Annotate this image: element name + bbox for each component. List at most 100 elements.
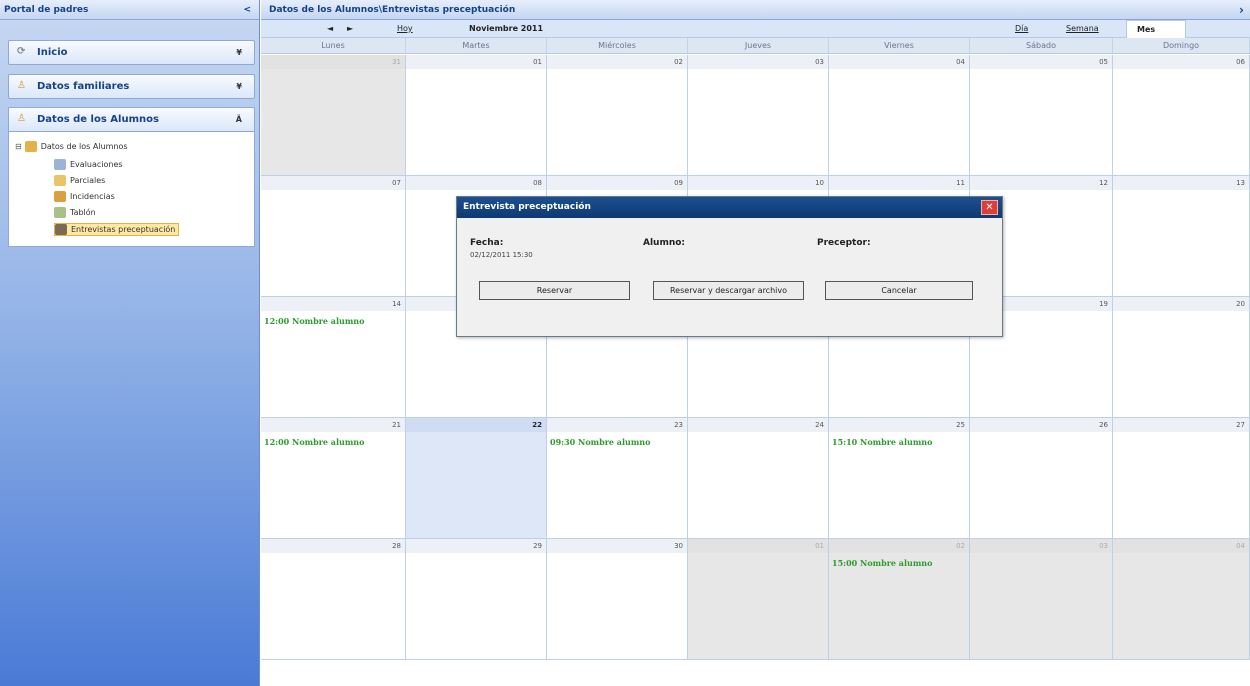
students-tree: ⊟ Datos de los Alumnos Evaluaciones Parc… — [8, 132, 255, 247]
day-headers: Lunes Martes Miércoles Jueves Viernes Sábado D… — [261, 38, 1250, 54]
day-number: 28 — [261, 539, 405, 553]
day-number: 29 — [406, 539, 546, 553]
day-number: 02 — [829, 539, 969, 553]
tree-item-label: Parciales — [70, 176, 106, 185]
sidebar: Portal de padres < ⟳ Inicio ¥ ♙ Datos fa… — [0, 0, 260, 686]
day-cell[interactable]: 29 — [406, 539, 547, 660]
tree-item-label: Incidencias — [70, 192, 115, 201]
incidents-icon — [54, 191, 66, 202]
day-number: 06 — [1113, 55, 1249, 69]
day-number: 10 — [688, 176, 828, 190]
day-cell[interactable]: 28 — [261, 539, 406, 660]
sidebar-title: Portal de padres — [4, 4, 89, 15]
day-cell[interactable]: 01 — [688, 539, 829, 660]
today-link[interactable]: Hoy — [397, 24, 413, 33]
view-week-link[interactable]: Semana — [1066, 24, 1099, 33]
panel-inicio[interactable]: ⟳ Inicio ¥ — [8, 40, 255, 65]
day-cell[interactable]: 13 — [1113, 176, 1250, 297]
day-cell[interactable]: 03 — [970, 539, 1113, 660]
day-number: 03 — [688, 55, 828, 69]
sidebar-header: Portal de padres < — [0, 0, 259, 20]
collapse-icon[interactable]: ⊟ — [15, 142, 22, 151]
appointment[interactable]: 09:30 Nombre alumno — [547, 432, 687, 447]
main-area: Datos de los Alumnos\Entrevistas precept… — [261, 0, 1250, 686]
reservar-descargar-button[interactable]: Reservar y descargar archivo — [653, 281, 804, 300]
day-number: 08 — [406, 176, 546, 190]
alumno-label: Alumno: — [643, 238, 686, 248]
appointment[interactable]: 15:10 Nombre alumno — [829, 432, 969, 447]
expand-button[interactable]: › — [1239, 3, 1244, 17]
day-cell[interactable]: 14 12:00 Nombre alumno — [261, 297, 406, 418]
day-number: 01 — [406, 55, 546, 69]
prev-month-button[interactable]: ◄ — [327, 24, 333, 33]
day-cell[interactable]: 04 — [1113, 539, 1250, 660]
day-cell[interactable]: 27 — [1113, 418, 1250, 539]
users-icon: ♙ — [17, 112, 26, 124]
appointment[interactable]: 15:00 Nombre alumno — [829, 553, 969, 568]
tree-root[interactable]: ⊟ Datos de los Alumnos — [15, 141, 128, 152]
day-cell[interactable]: 21 12:00 Nombre alumno — [261, 418, 406, 539]
close-icon[interactable]: ✕ — [981, 200, 998, 215]
day-number: 26 — [970, 418, 1112, 432]
appointment[interactable]: 12:00 Nombre alumno — [261, 311, 405, 326]
day-cell[interactable]: 26 — [970, 418, 1113, 539]
tree-item-evaluaciones[interactable]: Evaluaciones — [54, 159, 123, 170]
day-number: 20 — [1113, 297, 1249, 311]
main-header: Datos de los Alumnos\Entrevistas precept… — [261, 0, 1250, 20]
panel-datos-alumnos[interactable]: ♙ Datos de los Alumnos Ä — [8, 107, 255, 132]
dialog-title: Entrevista preceptuación — [457, 197, 1002, 218]
day-number: 14 — [261, 297, 405, 311]
refresh-icon: ⟳ — [17, 45, 26, 57]
day-cell[interactable]: 03 — [688, 55, 829, 176]
calendar-nav: ◄ ► Hoy Noviembre 2011 Día Semana Mes — [261, 20, 1250, 38]
panel-label: Inicio — [37, 47, 68, 58]
week-row: 31 01 02 03 04 05 06 — [261, 55, 1250, 176]
view-day-link[interactable]: Día — [1015, 24, 1028, 33]
panel-label: Datos de los Alumnos — [37, 114, 159, 125]
day-number: 07 — [261, 176, 405, 190]
next-month-button[interactable]: ► — [347, 24, 353, 33]
day-cell[interactable]: 02 — [547, 55, 688, 176]
board-icon — [54, 207, 66, 218]
tree-root-label: Datos de los Alumnos — [40, 142, 128, 151]
week-row: 28 29 30 01 02 15:00 Nombre alumno 03 04 — [261, 539, 1250, 660]
day-cell[interactable]: 07 — [261, 176, 406, 297]
day-cell[interactable]: 30 — [547, 539, 688, 660]
partials-icon — [54, 175, 66, 186]
panel-datos-familiares[interactable]: ♙ Datos familiares ¥ — [8, 74, 255, 99]
cancelar-button[interactable]: Cancelar — [825, 281, 973, 300]
day-cell[interactable]: 22 — [406, 418, 547, 539]
month-grid: 31 01 02 03 04 05 06 07 08 09 10 11 12 13 14 12:00 Nomb… — [261, 55, 1250, 660]
day-header: Jueves — [688, 38, 829, 53]
day-header: Martes — [406, 38, 547, 53]
day-number: 22 — [406, 418, 546, 432]
day-number: 04 — [1113, 539, 1249, 553]
day-cell[interactable]: 05 — [970, 55, 1113, 176]
day-cell[interactable]: 24 — [688, 418, 829, 539]
appointment[interactable]: 12:00 Nombre alumno — [261, 432, 405, 447]
day-cell[interactable]: 23 09:30 Nombre alumno — [547, 418, 688, 539]
day-cell[interactable]: 06 — [1113, 55, 1250, 176]
day-cell[interactable]: 02 15:00 Nombre alumno — [829, 539, 970, 660]
fecha-label: Fecha: — [470, 238, 504, 248]
day-cell[interactable]: 31 — [261, 55, 406, 176]
day-number: 25 — [829, 418, 969, 432]
day-cell[interactable]: 01 — [406, 55, 547, 176]
day-cell[interactable]: 25 15:10 Nombre alumno — [829, 418, 970, 539]
day-number: 30 — [547, 539, 687, 553]
day-number: 27 — [1113, 418, 1249, 432]
collapse-sidebar-button[interactable]: < — [243, 5, 251, 15]
day-header: Sábado — [970, 38, 1113, 53]
day-cell[interactable]: 04 — [829, 55, 970, 176]
reservar-button[interactable]: Reservar — [479, 281, 630, 300]
preceptor-label: Preceptor: — [817, 238, 871, 248]
tree-item-tablon[interactable]: Tablón — [54, 207, 96, 218]
tree-item-parciales[interactable]: Parciales — [54, 175, 105, 186]
tree-item-incidencias[interactable]: Incidencias — [54, 191, 115, 202]
tree-item-entrevistas[interactable]: Entrevistas preceptuación — [54, 223, 180, 236]
day-number: 12 — [970, 176, 1112, 190]
day-cell[interactable]: 20 — [1113, 297, 1250, 418]
day-header: Miércoles — [547, 38, 688, 53]
view-month-tab[interactable]: Mes — [1126, 20, 1186, 38]
panel-arrow-icon: Ä — [235, 115, 242, 124]
